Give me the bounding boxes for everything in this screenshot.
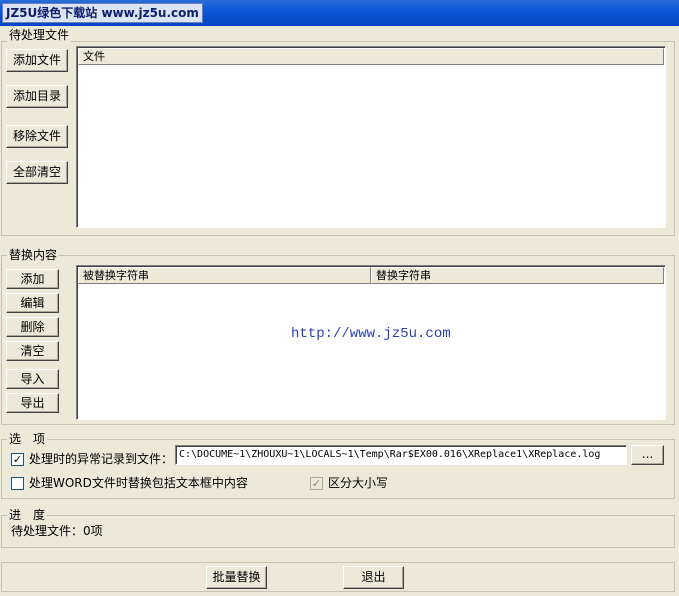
delete-rule-button[interactable]: 删除 [6,317,59,337]
site-url-watermark: http://www.jz5u.com [291,326,451,342]
remove-file-button[interactable]: 移除文件 [6,125,68,148]
edit-rule-button[interactable]: 编辑 [6,293,59,313]
add-directory-button[interactable]: 添加目录 [6,85,68,108]
files-group-legend: 待处理文件 [7,28,72,42]
add-file-button[interactable]: 添加文件 [6,49,68,72]
case-sensitive-checkbox[interactable]: ✓ [310,477,323,490]
log-errors-checkbox[interactable]: ✓ [11,453,24,466]
title-bar: JZ5U绿色下载站 www.jz5u.com [0,0,679,26]
word-textbox-label[interactable]: 处理WORD文件时替换包括文本框中内容 [29,476,248,490]
word-textbox-checkbox[interactable] [11,477,24,490]
browse-button[interactable]: ... [631,445,664,465]
file-list[interactable]: 文件 [76,46,666,228]
log-path-field[interactable]: C:\DOCUME~1\ZHOUXU~1\LOCALS~1\Temp\Rar$E… [175,445,627,465]
pending-files-status: 待处理文件：0项 [11,524,103,538]
case-sensitive-label[interactable]: 区分大小写 [328,476,388,490]
progress-group-legend: 进 度 [7,508,48,522]
column-header-replace[interactable]: 替换字符串 [371,267,664,284]
options-group-legend: 选 项 [7,432,48,446]
replace-group-legend: 替换内容 [7,248,60,262]
exit-button[interactable]: 退出 [343,566,404,589]
import-rules-button[interactable]: 导入 [6,369,59,389]
clear-all-files-button[interactable]: 全部清空 [6,161,68,184]
export-rules-button[interactable]: 导出 [6,393,59,413]
file-column-header[interactable]: 文件 [78,48,664,65]
add-rule-button[interactable]: 添加 [6,269,59,289]
log-errors-label[interactable]: 处理时的异常记录到文件： [29,452,173,466]
clear-rules-button[interactable]: 清空 [6,341,59,361]
replace-rules-list[interactable]: 被替换字符串 替换字符串 http://www.jz5u.com [76,265,666,420]
site-watermark: JZ5U绿色下载站 www.jz5u.com [2,3,203,23]
footer-panel [1,562,675,592]
column-header-find[interactable]: 被替换字符串 [78,267,371,284]
batch-replace-button[interactable]: 批量替换 [206,566,267,589]
